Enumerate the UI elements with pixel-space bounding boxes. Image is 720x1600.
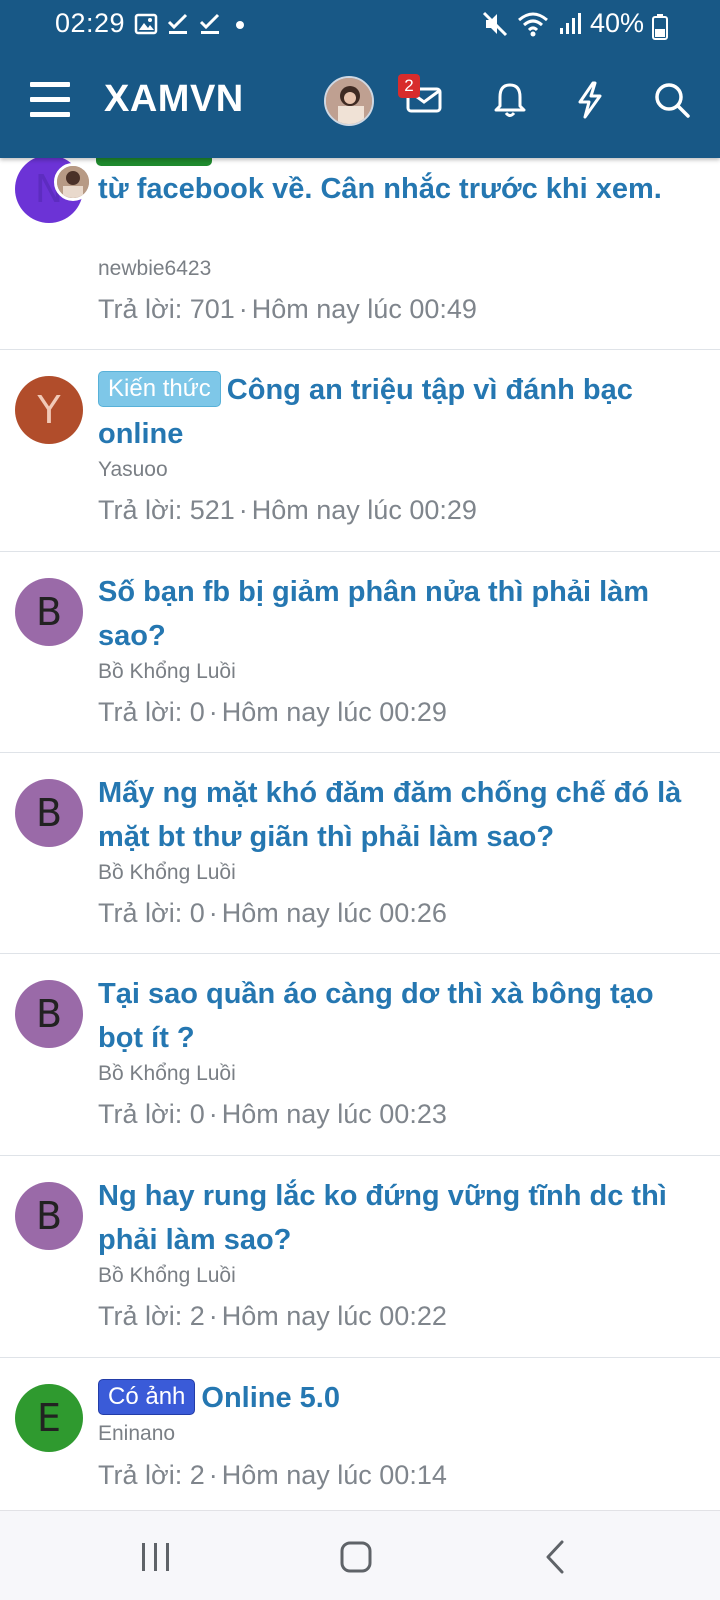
message-count-badge: 2 bbox=[398, 74, 420, 98]
app-header: 02:29 40% XAMVN 2 bbox=[0, 0, 720, 158]
thread-author[interactable]: Yasuoo bbox=[98, 458, 168, 482]
thread-meta: Trả lời: 0 · Hôm nay lúc 00:29 bbox=[98, 697, 447, 728]
thread-author[interactable]: Bồ Khổng Luồi bbox=[98, 660, 236, 684]
thread-meta: Trả lời: 2 · Hôm nay lúc 00:14 bbox=[98, 1460, 447, 1491]
last-poster-avatar[interactable] bbox=[54, 163, 92, 201]
user-avatar[interactable]: B bbox=[15, 779, 83, 847]
account-avatar[interactable] bbox=[324, 76, 374, 126]
thread-title[interactable]: Kiến thức Công an triệu tập vì đánh bạc o… bbox=[98, 368, 698, 456]
signal-icon bbox=[560, 13, 581, 34]
home-icon[interactable] bbox=[336, 1537, 376, 1577]
meta-separator: · bbox=[238, 495, 248, 525]
reply-count: Trả lời: 2 bbox=[98, 1301, 205, 1331]
thread-time[interactable]: Hôm nay lúc 00:49 bbox=[252, 294, 477, 324]
thread-meta: Trả lời: 0 · Hôm nay lúc 00:23 bbox=[98, 1099, 447, 1130]
thread-author[interactable]: Eninano bbox=[98, 1422, 175, 1446]
thread-author[interactable]: Bồ Khổng Luồi bbox=[98, 861, 236, 885]
menu-icon-bar bbox=[30, 112, 70, 117]
app-bar: XAMVN 2 bbox=[0, 52, 720, 158]
thread-item[interactable]: Y Kiến thức Công an triệu tập vì đánh bạc… bbox=[0, 350, 720, 552]
thread-title-text[interactable]: Online 5.0 bbox=[201, 1382, 340, 1414]
battery-percent: 40% bbox=[590, 8, 645, 38]
thread-time[interactable]: Hôm nay lúc 00:22 bbox=[222, 1301, 447, 1331]
bell-icon[interactable] bbox=[490, 80, 530, 120]
thread-meta: Trả lời: 701 · Hôm nay lúc 00:49 bbox=[98, 294, 477, 325]
lightning-icon[interactable] bbox=[570, 80, 610, 120]
thread-list: N từ facebook về. Cân nhắc trước khi xem… bbox=[0, 0, 720, 1510]
image-icon bbox=[134, 13, 158, 35]
wifi-icon bbox=[518, 12, 548, 37]
meta-separator: · bbox=[208, 898, 218, 928]
thread-time[interactable]: Hôm nay lúc 00:23 bbox=[222, 1099, 447, 1129]
thread-title[interactable]: Số bạn fb bị giảm phân nửa thì phải làm … bbox=[98, 570, 698, 658]
back-icon[interactable] bbox=[536, 1537, 576, 1577]
thread-meta: Trả lời: 2 · Hôm nay lúc 00:22 bbox=[98, 1301, 447, 1332]
thread-title[interactable]: Mấy ng mặt khó đăm đăm chống chế đó là m… bbox=[98, 771, 698, 859]
recent-apps-icon[interactable] bbox=[136, 1537, 176, 1577]
reply-count: Trả lời: 2 bbox=[98, 1460, 205, 1490]
thread-item[interactable]: B Mấy ng mặt khó đăm đăm chống chế đó là… bbox=[0, 753, 720, 954]
reply-count: Trả lời: 0 bbox=[98, 1099, 205, 1129]
check-icon bbox=[167, 13, 188, 34]
meta-separator: · bbox=[238, 294, 248, 324]
battery-icon bbox=[652, 14, 668, 40]
thread-time[interactable]: Hôm nay lúc 00:29 bbox=[222, 697, 447, 727]
user-avatar[interactable]: B bbox=[15, 578, 83, 646]
user-avatar[interactable]: E bbox=[15, 1384, 83, 1452]
thread-item[interactable]: B Tại sao quần áo càng dơ thì xà bông tạ… bbox=[0, 954, 720, 1156]
menu-icon-bar bbox=[30, 82, 70, 87]
menu-icon-bar bbox=[30, 97, 70, 102]
thread-meta: Trả lời: 0 · Hôm nay lúc 00:26 bbox=[98, 898, 447, 929]
thread-time[interactable]: Hôm nay lúc 00:29 bbox=[252, 495, 477, 525]
meta-separator: · bbox=[208, 1460, 218, 1490]
user-avatar[interactable]: B bbox=[15, 1182, 83, 1250]
notification-icons bbox=[134, 12, 250, 36]
thread-prefix[interactable]: Có ảnh bbox=[98, 1379, 196, 1415]
thread-prefix[interactable]: Kiến thức bbox=[98, 371, 221, 407]
thread-item[interactable]: B Số bạn fb bị giảm phân nửa thì phải là… bbox=[0, 552, 720, 753]
meta-separator: · bbox=[208, 1099, 218, 1129]
thread-author[interactable]: Bồ Khổng Luồi bbox=[98, 1062, 236, 1086]
status-time: 02:29 bbox=[55, 8, 126, 38]
system-nav-bar bbox=[0, 1510, 720, 1600]
status-bar: 02:29 40% bbox=[0, 0, 720, 52]
reply-count: Trả lời: 521 bbox=[98, 495, 235, 525]
system-icons bbox=[482, 10, 582, 38]
meta-separator: · bbox=[208, 697, 218, 727]
thread-time[interactable]: Hôm nay lúc 00:14 bbox=[222, 1460, 447, 1490]
thread-author[interactable]: Bồ Khổng Luồi bbox=[98, 1264, 236, 1288]
reply-count: Trả lời: 0 bbox=[98, 697, 205, 727]
menu-button[interactable] bbox=[30, 82, 72, 122]
user-avatar[interactable]: Y bbox=[15, 376, 83, 444]
thread-item[interactable]: E Có ảnh Online 5.0 Eninano Trả lời: 2 · Hô… bbox=[0, 1358, 720, 1510]
reply-count: Trả lời: 701 bbox=[98, 294, 235, 324]
thread-author[interactable]: newbie6423 bbox=[98, 257, 211, 281]
mute-icon bbox=[482, 11, 508, 37]
thread-title[interactable]: Ng hay rung lắc ko đứng vững tĩnh dc thì… bbox=[98, 1174, 698, 1262]
thread-title[interactable]: Có ảnh Online 5.0 bbox=[98, 1376, 698, 1420]
thread-meta: Trả lời: 521 · Hôm nay lúc 00:29 bbox=[98, 495, 477, 526]
reply-count: Trả lời: 0 bbox=[98, 898, 205, 928]
thread-time[interactable]: Hôm nay lúc 00:26 bbox=[222, 898, 447, 928]
site-logo[interactable]: XAMVN bbox=[104, 78, 244, 121]
thread-title[interactable]: Tại sao quần áo càng dơ thì xà bông tạo … bbox=[98, 972, 698, 1060]
dot-icon bbox=[236, 21, 244, 29]
thread-title[interactable]: từ facebook về. Cân nhắc trước khi xem. bbox=[98, 167, 698, 211]
search-icon[interactable] bbox=[652, 80, 692, 120]
check-icon bbox=[199, 13, 220, 34]
meta-separator: · bbox=[208, 1301, 218, 1331]
user-avatar[interactable]: B bbox=[15, 980, 83, 1048]
thread-item[interactable]: B Ng hay rung lắc ko đứng vững tĩnh dc t… bbox=[0, 1156, 720, 1358]
